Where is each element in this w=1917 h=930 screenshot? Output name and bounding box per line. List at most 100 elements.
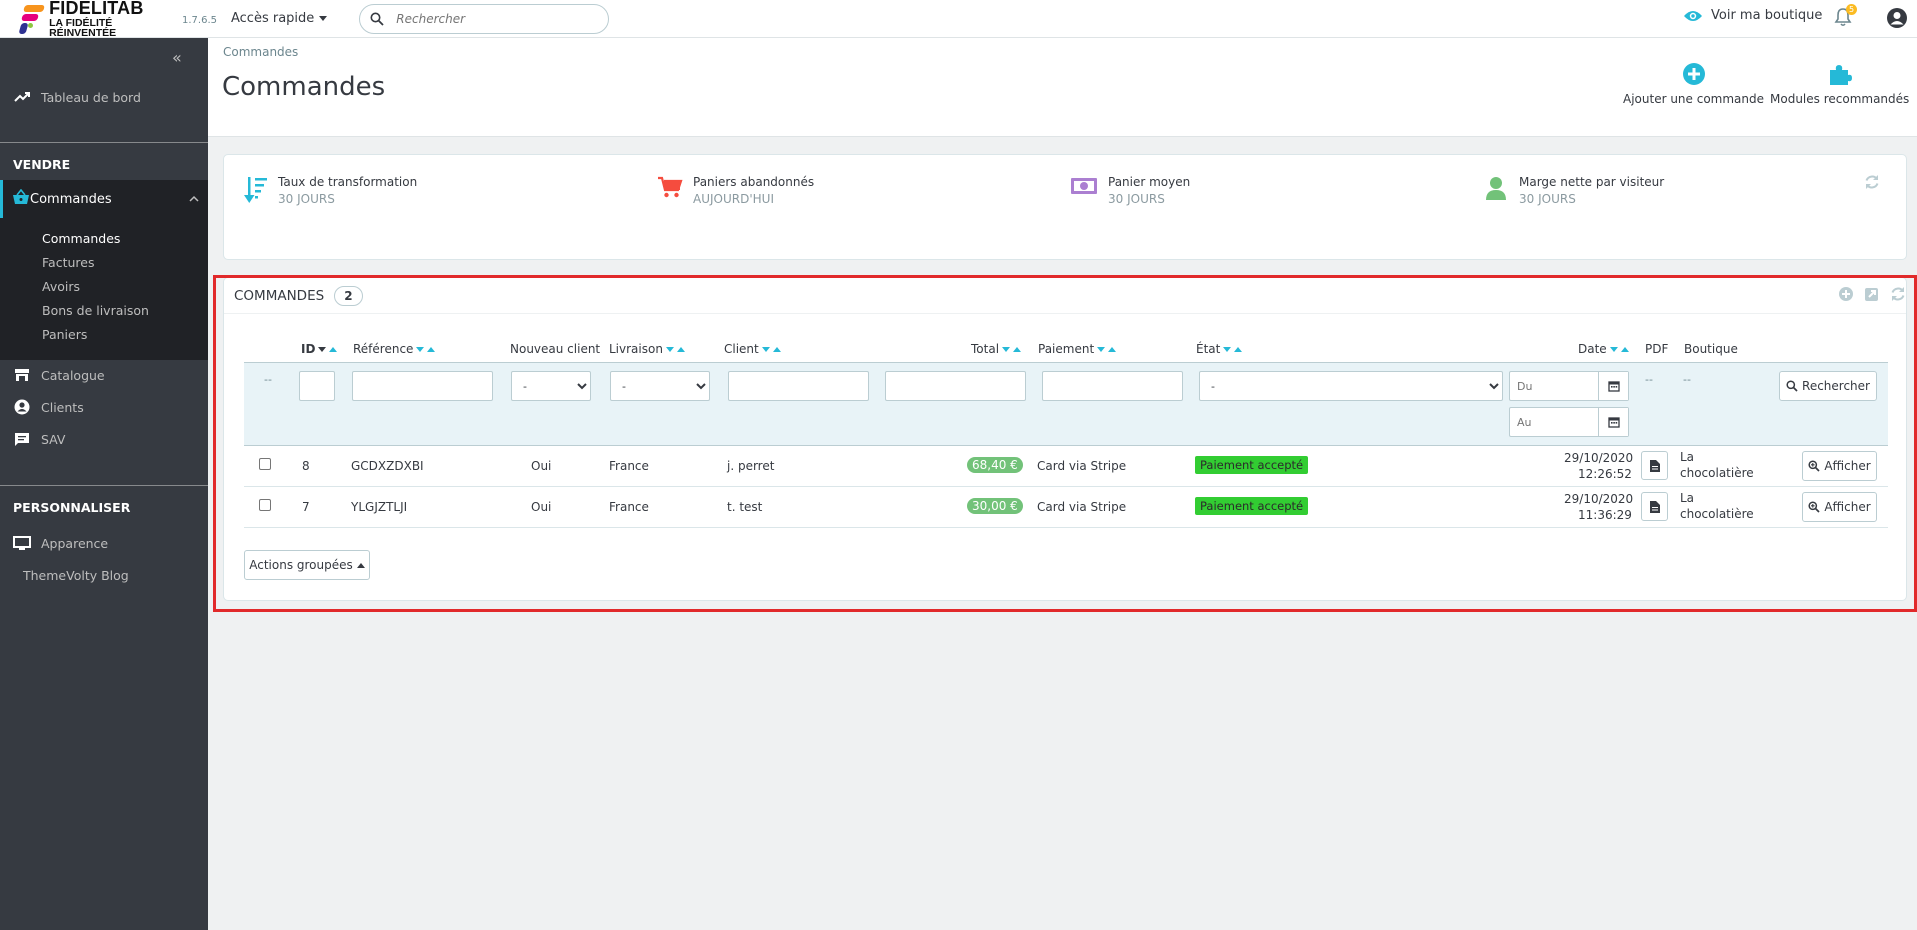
sort-asc-icon[interactable] [1013, 346, 1022, 352]
filter-delivery[interactable]: - [610, 371, 710, 401]
sort-asc-icon[interactable] [676, 346, 685, 352]
filter-client[interactable] [728, 371, 869, 401]
breadcrumb[interactable]: Commandes [223, 45, 298, 59]
chevron-down-icon [319, 16, 328, 21]
filter-date-to[interactable] [1509, 407, 1629, 437]
filter-reference-input[interactable] [360, 372, 492, 400]
add-circle-icon[interactable] [1838, 286, 1854, 302]
sort-desc-icon[interactable] [665, 346, 674, 352]
pdf-button[interactable] [1641, 492, 1668, 521]
filter-id-input[interactable] [307, 372, 334, 400]
filter-id[interactable] [299, 371, 335, 401]
search-box[interactable] [359, 3, 610, 34]
order-shop-line1: La [1680, 491, 1695, 505]
filter-date-from[interactable] [1509, 371, 1629, 401]
sidebar-item-catalog[interactable]: Catalogue [0, 364, 208, 386]
sort-asc-icon[interactable] [1234, 346, 1243, 352]
order-reference: YLGJZTLJI [351, 500, 408, 514]
search-input[interactable] [396, 11, 587, 26]
sort-desc-icon[interactable] [761, 346, 770, 352]
filter-client-input[interactable] [736, 372, 868, 400]
order-delivery: France [609, 459, 649, 473]
calendar-icon[interactable] [1598, 408, 1628, 436]
sidebar-subitem-credit-slips[interactable]: Avoirs [42, 279, 80, 294]
file-icon [1649, 459, 1660, 472]
bulk-actions-button[interactable]: Actions groupées [244, 550, 370, 580]
sidebar-item-sav[interactable]: SAV [0, 428, 208, 450]
plus-circle-icon [1682, 63, 1705, 85]
view-order-button[interactable]: Afficher [1802, 492, 1877, 522]
column-header-total[interactable]: Total [971, 342, 1022, 356]
file-icon [1649, 500, 1660, 513]
column-header-reference[interactable]: Référence [353, 342, 436, 356]
sidebar-item-dashboard[interactable]: Tableau de bord [0, 86, 208, 108]
sort-asc-icon[interactable] [772, 346, 781, 352]
column-header-delivery[interactable]: Livraison [609, 342, 685, 356]
column-header-client[interactable]: Client [724, 342, 781, 356]
sort-desc-icon[interactable] [1609, 346, 1618, 352]
view-order-label: Afficher [1824, 459, 1871, 473]
filter-new-client-select[interactable]: - [519, 372, 590, 400]
row-checkbox[interactable] [259, 458, 271, 470]
sort-asc-icon[interactable] [1620, 346, 1629, 352]
column-header-id[interactable]: ID [301, 342, 338, 356]
filter-delivery-select[interactable]: - [618, 372, 709, 400]
logo[interactable]: FIDELITAB LA FIDÉLITÉ RÉINVENTÉE [18, 0, 178, 39]
view-shop-link[interactable]: Voir ma boutique [1683, 8, 1822, 23]
recommended-modules-button[interactable]: Modules recommandés [1770, 62, 1909, 106]
table-row[interactable]: 7 YLGJZTLJI Oui France t. test 30,00 € C… [244, 487, 1888, 528]
sort-asc-icon[interactable] [427, 346, 436, 352]
account-circle-icon [14, 399, 30, 415]
sort-desc-icon[interactable] [1097, 346, 1106, 352]
sidebar-item-label: SAV [41, 431, 66, 447]
sidebar-item-orders[interactable]: Commandes [0, 180, 208, 218]
pdf-button[interactable] [1641, 451, 1668, 480]
order-id: 7 [302, 500, 310, 514]
row-checkbox[interactable] [259, 499, 271, 511]
zoom-in-icon [1808, 501, 1820, 513]
kpi-refresh-button[interactable] [1864, 174, 1880, 193]
sort-desc-icon[interactable] [1002, 346, 1011, 352]
filter-state[interactable]: - [1199, 371, 1503, 401]
filter-total-input[interactable] [893, 372, 1025, 400]
table-row[interactable]: 8 GCDXZDXBI Oui France j. perret 68,40 €… [244, 446, 1888, 487]
sort-desc-icon[interactable] [416, 346, 425, 352]
collapse-sidebar-button[interactable]: « [172, 48, 182, 67]
sidebar-subitem-carts[interactable]: Paniers [42, 327, 87, 342]
quick-access-dropdown[interactable]: Accès rapide [231, 11, 328, 26]
kpi-conversion[interactable]: Taux de transformation 30 JOURS [244, 175, 417, 206]
kpi-abandoned-carts[interactable]: Paniers abandonnés AUJOURD'HUI [657, 175, 814, 206]
view-order-button[interactable]: Afficher [1802, 451, 1877, 481]
refresh-list-icon[interactable] [1890, 286, 1906, 302]
sidebar-item-appearance[interactable]: Apparence [0, 532, 208, 554]
filter-state-select[interactable]: - [1207, 372, 1502, 400]
kpi-subtitle: AUJOURD'HUI [693, 192, 774, 206]
filter-reference[interactable] [352, 371, 493, 401]
export-icon[interactable] [1864, 286, 1880, 302]
kpi-subtitle: 30 JOURS [278, 192, 335, 206]
filter-payment[interactable] [1042, 371, 1183, 401]
filter-new-client[interactable]: - [511, 371, 591, 401]
sidebar-subitem-orders[interactable]: Commandes [42, 231, 120, 246]
sort-asc-icon[interactable] [329, 346, 338, 352]
sidebar-item-themevolty-blog[interactable]: ThemeVolty Blog [23, 568, 129, 583]
column-header-date[interactable]: Date [1578, 342, 1629, 356]
account-button[interactable] [1886, 7, 1908, 32]
add-order-button[interactable]: Ajouter une commande [1623, 62, 1764, 106]
sidebar-subitem-delivery-slips[interactable]: Bons de livraison [42, 303, 149, 318]
kpi-average-cart[interactable]: Panier moyen 30 JOURS [1070, 175, 1190, 206]
section-sell: VENDRE [13, 157, 71, 172]
notifications-button[interactable]: 5 [1834, 4, 1857, 30]
sort-desc-icon[interactable] [1223, 346, 1232, 352]
filter-payment-input[interactable] [1050, 372, 1182, 400]
column-header-payment[interactable]: Paiement [1038, 342, 1117, 356]
sort-desc-icon[interactable] [318, 346, 327, 352]
sidebar-item-clients[interactable]: Clients [0, 396, 208, 418]
calendar-icon[interactable] [1598, 372, 1628, 400]
filter-total[interactable] [885, 371, 1026, 401]
sidebar-subitem-invoices[interactable]: Factures [42, 255, 94, 270]
kpi-net-margin[interactable]: Marge nette par visiteur 30 JOURS [1483, 175, 1664, 206]
sort-asc-icon[interactable] [1108, 346, 1117, 352]
search-filter-button[interactable]: Rechercher [1779, 371, 1877, 401]
column-header-state[interactable]: État [1196, 342, 1243, 356]
